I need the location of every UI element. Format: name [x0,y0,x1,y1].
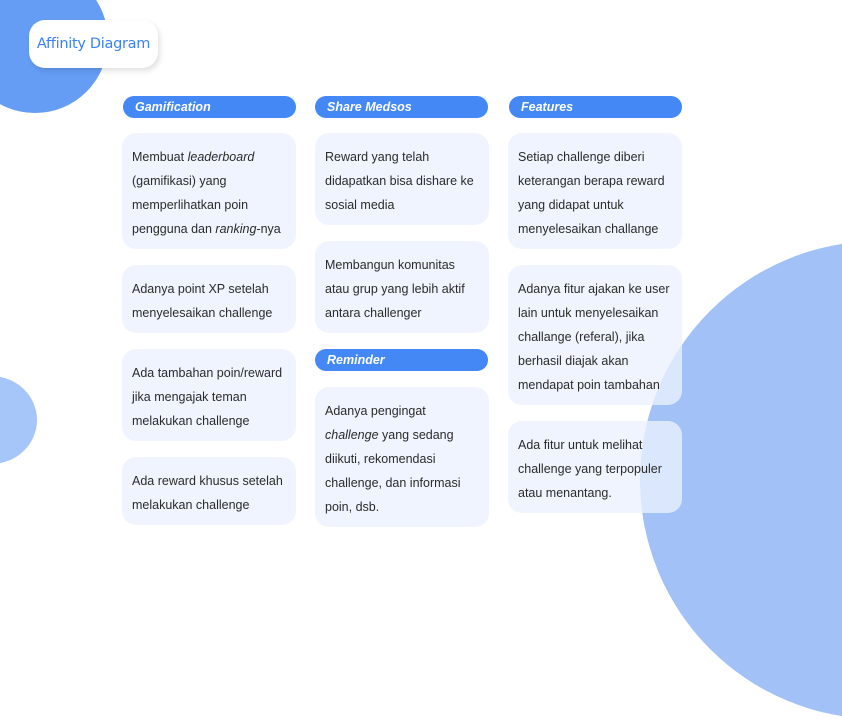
group-header-features: Features [509,96,682,118]
note-text: Membangun komunitas atau grup yang lebih… [325,258,465,320]
group-header-gamification: Gamification [123,96,296,118]
sticky-note[interactable]: Setiap challenge diberi keterangan berap… [508,133,682,249]
sticky-note[interactable]: Ada fitur untuk melihat challenge yang t… [508,421,682,513]
sticky-note[interactable]: Adanya point XP setelah menyelesaikan ch… [122,265,296,333]
note-text: challenge [325,428,379,442]
sticky-note[interactable]: Membangun komunitas atau grup yang lebih… [315,241,489,333]
note-text: Membuat [132,150,188,164]
note-text: Adanya point XP setelah menyelesaikan ch… [132,282,273,320]
diagram-title: Affinity Diagram [29,20,158,68]
note-text: Ada reward khusus setelah melakukan chal… [132,474,283,512]
note-text: Adanya pengingat [325,404,426,418]
note-text: Ada tambahan poin/reward jika mengajak t… [132,366,283,428]
decorative-circle-left [0,376,37,464]
sticky-note[interactable]: Membuat leaderboard (gamifikasi) yang me… [122,133,296,249]
note-text: ranking [215,222,257,236]
note-text: Setiap challenge diberi keterangan berap… [518,150,665,236]
group-header-reminder: Reminder [315,349,488,371]
sticky-note[interactable]: Reward yang telah didapatkan bisa dishar… [315,133,489,225]
note-text: Ada fitur untuk melihat challenge yang t… [518,438,662,500]
sticky-note[interactable]: Adanya fitur ajakan ke user lain untuk m… [508,265,682,405]
sticky-note[interactable]: Ada tambahan poin/reward jika mengajak t… [122,349,296,441]
note-text: -nya [256,222,281,236]
note-text: leaderboard [187,150,255,164]
sticky-note[interactable]: Adanya pengingat challenge yang sedang d… [315,387,489,527]
note-text: Adanya fitur ajakan ke user lain untuk m… [518,282,670,392]
group-header-share-medsos: Share Medsos [315,96,488,118]
sticky-note[interactable]: Ada reward khusus setelah melakukan chal… [122,457,296,525]
note-text: Reward yang telah didapatkan bisa dishar… [325,150,474,212]
